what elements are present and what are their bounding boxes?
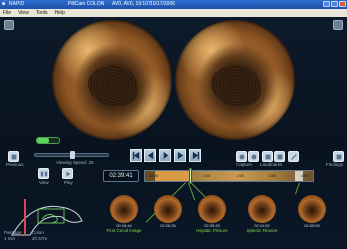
thumbnail-label: Hepatic Flexure xyxy=(196,228,228,233)
timeline-tick: 4:00 xyxy=(301,174,308,178)
video-frame-right xyxy=(175,20,295,140)
timeline-tick: 3:00 xyxy=(269,174,276,178)
menu-tools[interactable]: Tools xyxy=(36,9,48,17)
menu-help[interactable]: Help xyxy=(55,9,65,17)
view-label: View xyxy=(39,180,49,185)
menu-file[interactable]: File xyxy=(3,9,11,17)
window-controls xyxy=(323,1,346,7)
previous-label: Previous xyxy=(6,162,24,167)
thumbnail-time: 02:59:53 xyxy=(304,223,320,228)
play-forward-button[interactable] xyxy=(174,149,186,162)
passage-label: Passage xyxy=(4,230,22,235)
previous-button[interactable] xyxy=(8,151,19,162)
thumbnail-image xyxy=(154,195,182,223)
landmarks-button[interactable] xyxy=(262,151,273,162)
patient-id: AV0, AV0, 19:107 xyxy=(112,1,151,7)
app-name: RAPID xyxy=(9,1,25,7)
landmarks-label: Landmarks xyxy=(260,162,283,167)
play-label: Play xyxy=(64,180,73,185)
thumbnail-label: First Cecal image xyxy=(106,228,142,233)
thumbnail-3[interactable]: 02:39:33 Hepatic Flexure xyxy=(192,195,232,233)
status-indicator xyxy=(36,137,60,144)
menu-view[interactable]: View xyxy=(18,9,29,17)
view-mode-button[interactable] xyxy=(38,168,49,179)
passage-value: 1 min xyxy=(4,236,16,241)
thumbnail-5[interactable]: 02:59:53 xyxy=(292,195,332,228)
thumbnail-image xyxy=(110,195,138,223)
pause-button[interactable] xyxy=(159,149,171,162)
play-backward-button[interactable] xyxy=(144,149,156,162)
timeline-tick: 00:28 xyxy=(149,174,158,178)
layout-icon[interactable] xyxy=(4,20,14,30)
capture-button[interactable] xyxy=(236,151,247,162)
thumbnail-2[interactable]: 02:26:35 xyxy=(148,195,188,228)
speed-label: Viewing Speed: 25 xyxy=(56,160,94,165)
video-frame-left xyxy=(52,20,172,140)
thumbnail-1[interactable]: 00:16:44 First Cecal image xyxy=(104,195,144,233)
thumbnail-image xyxy=(198,195,226,223)
maximize-button[interactable] xyxy=(331,1,338,7)
timeline-tick: 1:00 xyxy=(203,174,210,178)
capture-view-button[interactable] xyxy=(248,151,259,162)
findings-button[interactable] xyxy=(288,151,299,162)
close-study-icon[interactable] xyxy=(333,20,343,30)
title-bar: ■ RAPID PillCam COLON AV0, AV0, 19:107 1… xyxy=(0,0,347,9)
landmarks-view-button[interactable] xyxy=(274,151,285,162)
capture-label: Capture xyxy=(236,162,253,167)
current-time: 02:39:41 xyxy=(103,170,139,182)
thumbnail-image xyxy=(298,195,326,223)
speed-slider-thumb[interactable] xyxy=(70,151,75,159)
study-date: 10/17/2006 xyxy=(150,1,176,7)
timeline-tick: 2:00 xyxy=(237,174,244,178)
thumbnail-label: Splenic Flexure xyxy=(246,228,278,233)
step-forward-button[interactable] xyxy=(189,149,201,162)
findings-label: Findings xyxy=(326,162,344,167)
colon-label: Colon xyxy=(32,230,44,235)
timeline-bar[interactable]: 00:28 1:00 2:00 3:00 4:00 xyxy=(144,170,314,182)
minimize-button[interactable] xyxy=(323,1,330,7)
step-back-button[interactable] xyxy=(130,149,142,162)
play-mode-button[interactable] xyxy=(62,168,73,179)
thumbnail-time: 02:26:35 xyxy=(160,223,176,228)
app-logo-icon: ■ xyxy=(2,1,6,7)
thumbnail-4[interactable]: 02:41:52 Splenic Flexure xyxy=(242,195,282,233)
colon-value: 2h 57m xyxy=(32,236,48,241)
menu-bar: File View Tools Help xyxy=(0,9,347,17)
product-name: PillCam COLON xyxy=(68,1,105,7)
close-button[interactable] xyxy=(339,1,346,7)
thumbnail-image xyxy=(248,195,276,223)
findings-panel-button[interactable] xyxy=(333,151,344,162)
